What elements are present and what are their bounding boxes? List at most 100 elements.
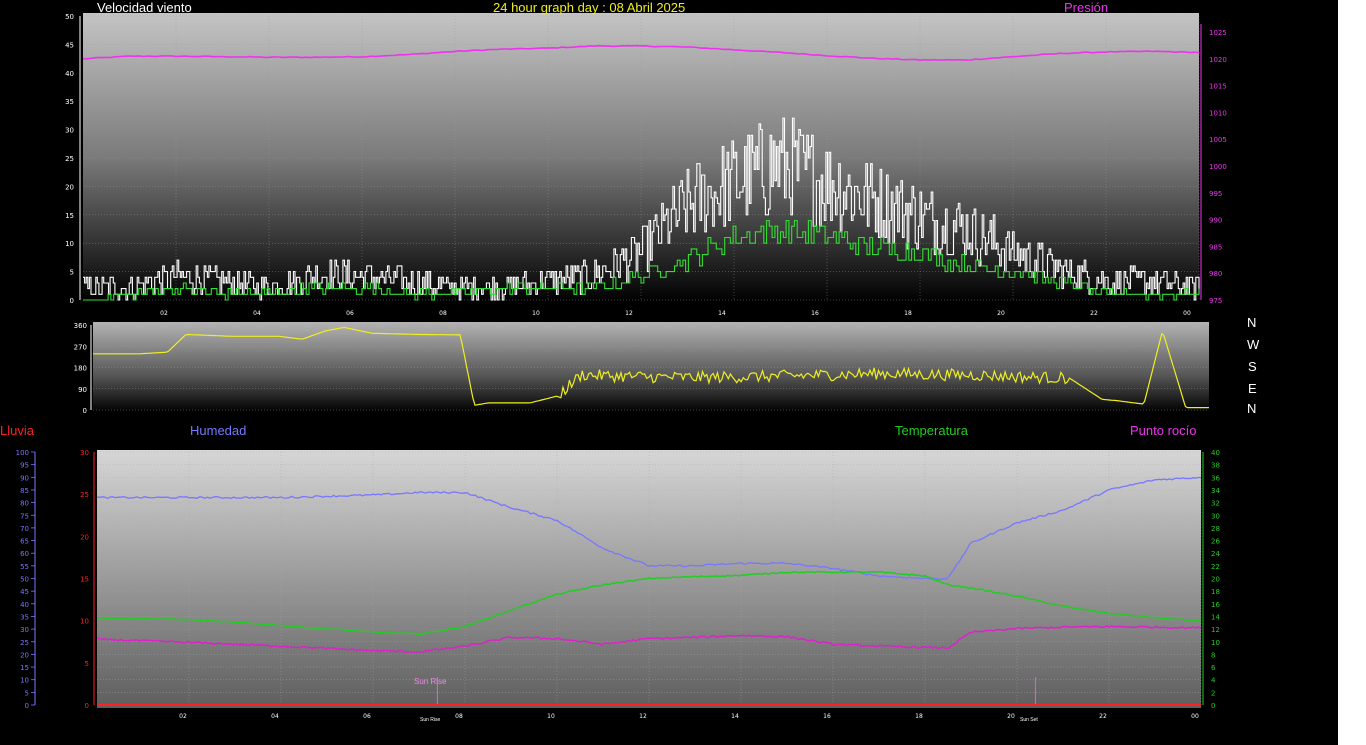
humidity-y-tick: 10 [20, 677, 29, 685]
temperature-y-tick: 30 [1211, 512, 1220, 520]
pressure-y-tick: 975 [1209, 297, 1222, 305]
humidity-y-tick: 40 [20, 601, 29, 609]
direction-y-tick: 180 [74, 365, 87, 373]
direction-y-tick: 270 [74, 343, 87, 351]
wind-x-tick: 10 [532, 310, 540, 317]
wind-x-tick: 22 [1090, 310, 1098, 317]
dewpoint-legend: Punto rocío [1130, 423, 1197, 438]
compass-e: E [1248, 381, 1257, 396]
humidity-y-tick: 70 [20, 525, 29, 533]
direction-y-tick: 90 [78, 386, 87, 394]
temperature-y-tick: 36 [1211, 474, 1220, 482]
direction-y-tick: 0 [83, 407, 87, 415]
humidity-y-tick: 65 [20, 538, 29, 546]
temperature-x-tick: 00 [1191, 713, 1199, 720]
temperature-y-tick: 24 [1211, 550, 1220, 558]
weather-charts: 0510152025303540455097598098599099510001… [16, 13, 1227, 720]
temperature-y-tick: 0 [1211, 702, 1215, 710]
humidity-y-tick: 60 [20, 550, 29, 558]
pressure-y-tick: 1010 [1209, 109, 1227, 117]
wind-title: Velocidad viento [97, 0, 192, 15]
wind-y-tick: 45 [65, 41, 74, 49]
wind-y-tick: 30 [65, 127, 74, 135]
temperature-x-tick: 06 [363, 713, 371, 720]
temperature-legend: Temperatura [895, 423, 968, 438]
pressure-y-tick: 980 [1209, 270, 1222, 278]
pressure-title: Presión [1064, 0, 1109, 15]
temperature-x-tick: 22 [1099, 713, 1107, 720]
pressure-y-tick: 995 [1209, 190, 1222, 198]
wind-x-tick: 18 [904, 310, 912, 317]
temperature-y-tick: 18 [1211, 588, 1220, 596]
temperature-y-tick: 14 [1211, 613, 1220, 621]
wind-x-tick: 00 [1183, 310, 1191, 317]
pressure-y-tick: 1025 [1209, 29, 1227, 37]
temperature-x-tick: 20 [1007, 713, 1015, 720]
rain-y-tick: 20 [80, 533, 89, 541]
wind-x-tick: 20 [997, 310, 1005, 317]
wind-x-tick: 12 [625, 310, 633, 317]
pressure-y-tick: 985 [1209, 243, 1222, 251]
temperature-y-tick: 10 [1211, 639, 1220, 647]
temperature-y-tick: 40 [1211, 449, 1220, 457]
wind-y-tick: 40 [65, 70, 74, 78]
sunrise-label: Sun Rise [414, 677, 447, 686]
wind-x-tick: 02 [160, 310, 168, 317]
rain-y-tick: 15 [80, 576, 89, 584]
compass-n-top: N [1247, 315, 1257, 330]
wind-y-tick: 5 [70, 269, 74, 277]
humidity-y-tick: 75 [20, 512, 29, 520]
temperature-y-tick: 12 [1211, 626, 1220, 634]
humidity-y-tick: 20 [20, 651, 29, 659]
direction-plot-background [93, 322, 1209, 412]
temperature-y-tick: 28 [1211, 525, 1220, 533]
temperature-x-tick: 12 [639, 713, 647, 720]
wind-y-tick: 35 [65, 98, 74, 106]
wind-y-tick: 10 [65, 240, 74, 248]
humidity-y-tick: 30 [20, 626, 29, 634]
compass-n-bottom: N [1247, 401, 1257, 416]
wind-x-tick: 14 [718, 310, 726, 317]
rain-y-tick: 25 [80, 491, 89, 499]
wind-y-tick: 20 [65, 183, 74, 191]
temperature-x-tick: 08 [455, 713, 463, 720]
wind-x-tick: 04 [253, 310, 261, 317]
temperature-x-tick: 18 [915, 713, 923, 720]
temperature-y-tick: 4 [1211, 677, 1216, 685]
humidity-y-tick: 5 [25, 689, 29, 697]
temperature-y-tick: 26 [1211, 538, 1220, 546]
temperature-x-tick: 04 [271, 713, 279, 720]
temperature-x-tick: 10 [547, 713, 555, 720]
temperature-y-tick: 6 [1211, 664, 1216, 672]
temperature-x-tick: 14 [731, 713, 739, 720]
wind-y-tick: 0 [70, 297, 74, 305]
rain-y-tick: 0 [85, 702, 89, 710]
wind-x-tick: 08 [439, 310, 447, 317]
humidity-y-tick: 85 [20, 487, 29, 495]
humidity-y-tick: 50 [20, 576, 29, 584]
humidity-y-tick: 90 [20, 474, 29, 482]
pressure-y-tick: 1000 [1209, 163, 1227, 171]
humidity-y-tick: 80 [20, 500, 29, 508]
pressure-y-tick: 1005 [1209, 136, 1227, 144]
humidity-legend: Humedad [190, 423, 247, 438]
pressure-y-tick: 990 [1209, 217, 1222, 225]
humidity-y-tick: 25 [20, 639, 29, 647]
humidity-y-tick: 55 [20, 563, 29, 571]
rain-legend: Lluvia [0, 424, 34, 437]
temperature-y-tick: 20 [1211, 576, 1220, 584]
humidity-y-tick: 95 [20, 462, 29, 470]
wind-y-tick: 25 [65, 155, 74, 163]
direction-y-tick: 360 [74, 322, 87, 330]
temperature-x-tick: 02 [179, 713, 187, 720]
compass-s: S [1248, 359, 1257, 374]
sunset-axis-label: Sun Set [1020, 717, 1038, 723]
graph-title: 24 hour graph day : 08 Abril 2025 [493, 0, 686, 15]
window-edge [1338, 0, 1366, 745]
pressure-y-tick: 1015 [1209, 83, 1227, 91]
humidity-y-tick: 45 [20, 588, 29, 596]
compass-w: W [1247, 337, 1260, 352]
wind-y-tick: 50 [65, 13, 74, 21]
humidity-y-tick: 0 [25, 702, 29, 710]
temperature-y-tick: 38 [1211, 462, 1220, 470]
